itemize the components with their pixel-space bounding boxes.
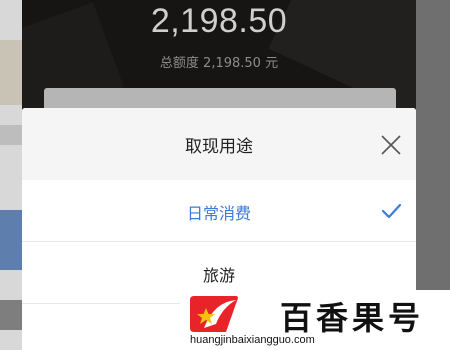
total-limit: 总额度 2,198.50 元 — [159, 56, 279, 71]
background-block — [0, 125, 22, 145]
option-daily-spending[interactable]: 日常消费 — [22, 180, 416, 242]
background-page-left — [0, 0, 22, 350]
check-icon — [380, 200, 402, 222]
available-amount: 2,198.50 — [150, 2, 288, 40]
watermark: 百香果号 huangjinbaixiangguo.com — [180, 290, 450, 350]
option-label: 日常消费 — [186, 204, 251, 223]
watermark-url: huangjinbaixiangguo.com — [190, 334, 315, 346]
star-swoosh-logo-icon — [186, 294, 240, 334]
close-icon — [381, 135, 401, 155]
option-label: 旅游 — [202, 266, 235, 285]
background-block — [0, 210, 22, 270]
sheet-header: 取现用途 — [22, 108, 416, 180]
sheet-title: 取现用途 — [185, 137, 253, 157]
background-block — [0, 300, 22, 330]
background-block — [0, 40, 22, 105]
close-button[interactable] — [376, 130, 406, 160]
watermark-brand: 百香果号 — [280, 299, 425, 337]
